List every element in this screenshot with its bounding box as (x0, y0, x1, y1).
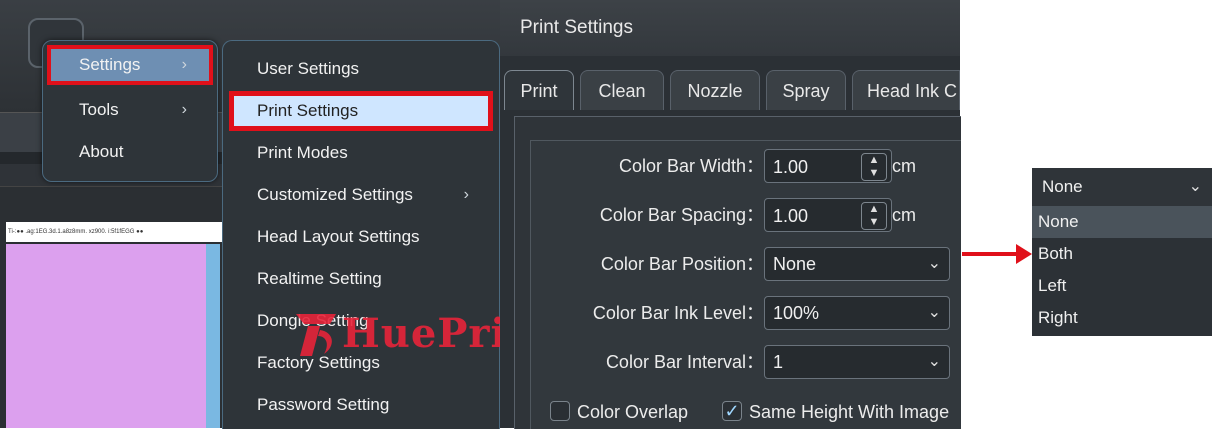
arrow-right-icon (1016, 244, 1032, 264)
chevron-down-icon: ⌄ (927, 304, 941, 321)
tab-label: Spray (782, 81, 830, 101)
field-colon: ： (746, 352, 764, 372)
chevron-up-icon[interactable]: ▲ (862, 203, 886, 216)
tab-spray[interactable]: Spray (766, 70, 846, 110)
bar-spacing-label: Color Bar Spacing (599, 205, 746, 225)
select-value: 100% (773, 303, 820, 323)
bar-interval-label: Color Bar Interval (605, 352, 746, 372)
menu-item-label: Settings (79, 55, 141, 74)
bar-position-select[interactable]: None ⌄ (764, 247, 950, 281)
submenu-item-print-settings[interactable]: Print Settings (229, 91, 493, 131)
print-settings-dialog: Print Settings Print Clean Nozzle Spray … (500, 0, 961, 429)
bar-ink-level-label: Color Bar Ink Level (592, 303, 746, 323)
field-colon: ： (746, 205, 764, 225)
submenu-item-password-setting[interactable]: Password Setting (231, 387, 491, 423)
chevron-down-icon: ⌄ (1188, 178, 1202, 195)
brand-logo-icon (296, 314, 336, 356)
submenu-item-head-layout-settings[interactable]: Head Layout Settings (231, 219, 491, 255)
tab-clean[interactable]: Clean (580, 70, 664, 110)
settings-submenu: User Settings Print Settings Print Modes… (222, 40, 500, 429)
chevron-down-icon[interactable]: ▼ (862, 167, 886, 180)
chevron-up-icon[interactable]: ▲ (862, 154, 886, 167)
dropdown-options: None Both Left Right (1032, 206, 1212, 336)
bar-width-spinbox[interactable]: 1.00 ▲ ▼ (764, 149, 892, 183)
field-colon: ： (746, 156, 764, 176)
submenu-item-label: Realtime Setting (257, 269, 382, 288)
submenu-item-print-modes[interactable]: Print Modes (231, 135, 491, 171)
tab-bar: Print Clean Nozzle Spray Head Ink C (500, 56, 960, 116)
tab-print[interactable]: Print (504, 70, 574, 110)
menu-item-settings[interactable]: Settings › (47, 45, 213, 85)
field-colon: ： (746, 254, 764, 274)
tab-label: Print (520, 81, 558, 101)
dialog-title: Print Settings (500, 0, 960, 56)
submenu-item-label: Password Setting (257, 395, 390, 414)
menu-item-label: About (79, 142, 124, 161)
checkmark-icon: ✓ (724, 401, 740, 421)
chevron-right-icon: › (181, 56, 187, 73)
status-strip: Ti-:●● .ag:1EG.3d.1.a8z8mm. xz900. i:5f1… (6, 222, 222, 242)
color-overlap-label: Color Overlap (577, 402, 689, 422)
submenu-item-label: Print Settings (257, 101, 359, 120)
spinbox-value: 1.00 (773, 157, 809, 177)
chevron-down-icon[interactable]: ▼ (862, 216, 886, 229)
chevron-right-icon: › (181, 101, 187, 118)
main-menu: Settings › Tools › About (42, 40, 218, 182)
menu-item-about[interactable]: About (49, 134, 211, 170)
chevron-down-icon: ⌄ (927, 353, 941, 370)
spin-buttons: ▲ ▼ (861, 202, 887, 230)
unit-label: cm (892, 156, 916, 176)
bar-ink-level-select[interactable]: 100% ⌄ (764, 296, 950, 330)
tab-label: Head Ink C (867, 81, 958, 101)
bar-position-label: Color Bar Position (600, 254, 746, 274)
tab-head-ink[interactable]: Head Ink C (852, 70, 960, 110)
unit-label: cm (892, 205, 916, 225)
select-value: None (1042, 177, 1083, 196)
tab-nozzle[interactable]: Nozzle (670, 70, 760, 110)
submenu-item-label: Head Layout Settings (257, 227, 420, 246)
field-colon: ： (746, 303, 764, 323)
dropdown-option-none[interactable]: None (1032, 206, 1212, 238)
print-preview-canvas (6, 244, 206, 428)
select-value: None (773, 254, 817, 274)
submenu-item-label: User Settings (257, 59, 360, 78)
dropdown-option-both[interactable]: Both (1032, 238, 1212, 270)
print-preview-edge (206, 244, 220, 428)
submenu-item-customized-settings[interactable]: Customized Settings › (231, 177, 491, 213)
bar-interval-select[interactable]: 1 ⌄ (764, 345, 950, 379)
select-value: 1 (773, 352, 784, 372)
submenu-item-user-settings[interactable]: User Settings (231, 51, 491, 87)
menu-item-tools[interactable]: Tools › (49, 92, 211, 128)
menu-item-label: Tools (79, 100, 119, 119)
tab-label: Nozzle (687, 81, 743, 101)
same-height-label: Same Height With Image (749, 402, 950, 422)
position-dropdown-popup: None ⌄ None Both Left Right (1032, 168, 1212, 336)
submenu-item-label: Print Modes (257, 143, 348, 162)
spinbox-value: 1.00 (773, 206, 809, 226)
submenu-item-label: Customized Settings (257, 185, 413, 204)
bar-spacing-spinbox[interactable]: 1.00 ▲ ▼ (764, 198, 892, 232)
chevron-right-icon: › (463, 186, 469, 203)
chevron-down-icon: ⌄ (927, 255, 941, 272)
tab-label: Clean (598, 81, 646, 101)
position-dropdown-select[interactable]: None ⌄ (1032, 168, 1212, 206)
callout-arrow (962, 252, 1018, 256)
dropdown-option-right[interactable]: Right (1032, 302, 1212, 334)
color-overlap-checkbox[interactable] (550, 401, 570, 421)
bar-width-label: Color Bar Width (618, 156, 746, 176)
same-height-checkbox[interactable]: ✓ (722, 401, 742, 421)
submenu-item-realtime-setting[interactable]: Realtime Setting (231, 261, 491, 297)
dropdown-option-left[interactable]: Left (1032, 270, 1212, 302)
spin-buttons: ▲ ▼ (861, 153, 887, 181)
